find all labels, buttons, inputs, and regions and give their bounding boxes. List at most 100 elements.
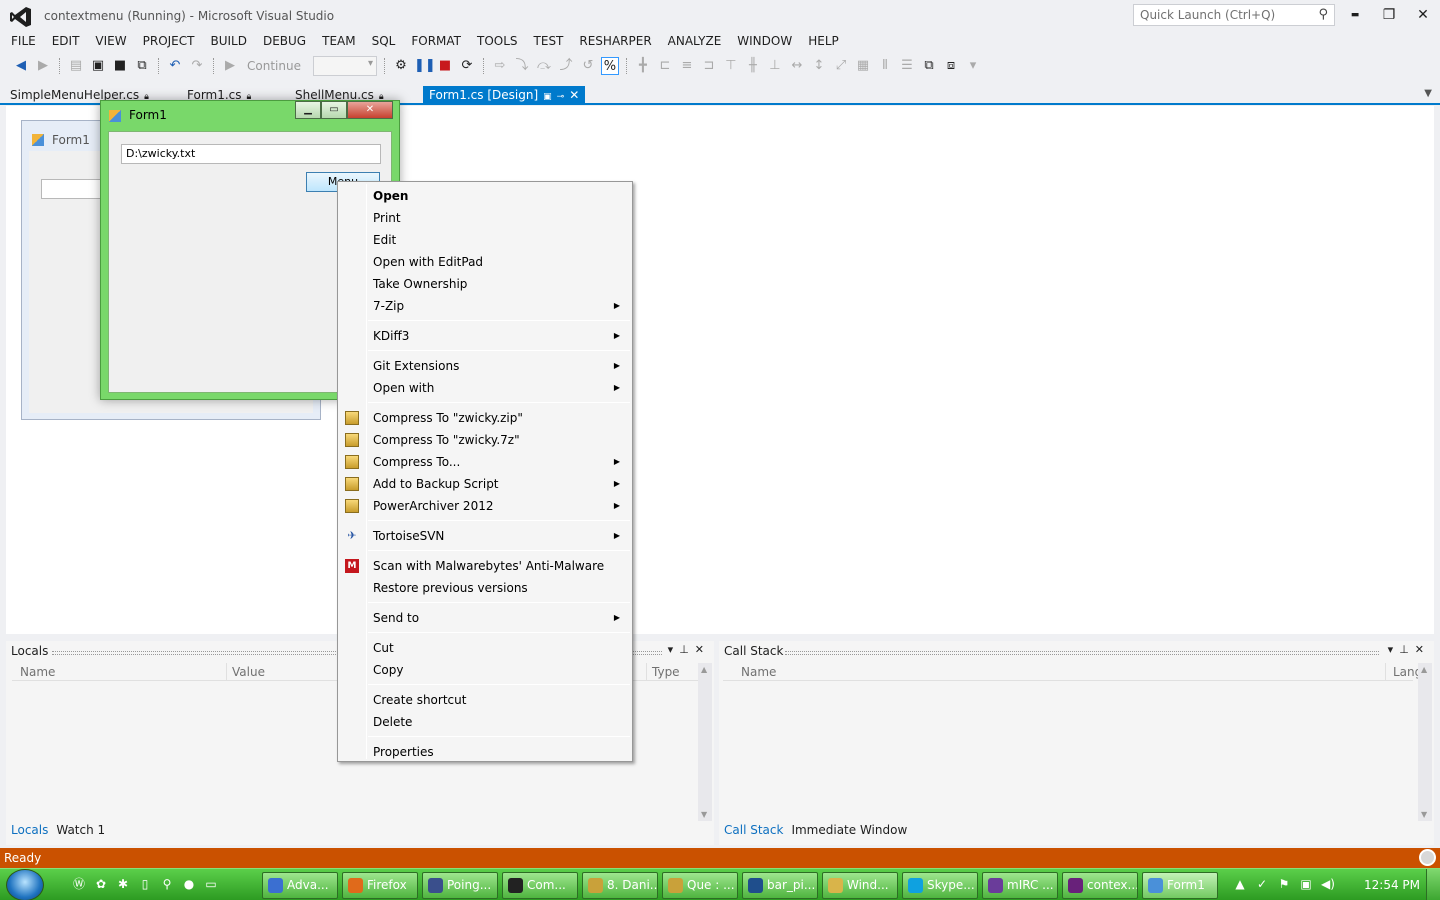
taskbar-button[interactable]: bar_pi... bbox=[742, 872, 818, 899]
scroll-up-icon[interactable]: ▲ bbox=[701, 665, 707, 674]
context-menu-item[interactable]: ✈ TortoiseSVN ▶ bbox=[340, 525, 630, 547]
tab-locals[interactable]: Locals bbox=[11, 823, 48, 837]
continue-icon[interactable]: ▶ bbox=[221, 57, 239, 75]
column-divider[interactable] bbox=[646, 663, 647, 681]
context-menu-item[interactable]: Open with ▶ bbox=[340, 377, 630, 399]
column-divider[interactable] bbox=[226, 663, 227, 681]
search-icon[interactable]: ⚲ bbox=[158, 875, 176, 893]
column-name[interactable]: Name bbox=[741, 665, 776, 679]
open-file-icon[interactable]: ▣ bbox=[89, 57, 107, 75]
step-out-icon[interactable]: ⤴ bbox=[557, 57, 575, 75]
taskbar-button[interactable]: contex... bbox=[1062, 872, 1138, 899]
menu-build[interactable]: BUILD bbox=[202, 32, 254, 52]
context-menu-item[interactable]: Restore previous versions bbox=[340, 577, 630, 599]
context-menu-item[interactable]: 7-Zip ▶ bbox=[340, 295, 630, 317]
make-same-width-icon[interactable]: ↔ bbox=[788, 57, 806, 75]
show-next-statement-icon[interactable]: ⇨ bbox=[491, 57, 509, 75]
menu-debug[interactable]: DEBUG bbox=[255, 32, 314, 52]
tab-dropdown-icon[interactable]: ▼ bbox=[1424, 88, 1432, 99]
pin-icon[interactable]: ⊥ bbox=[679, 643, 695, 656]
wordpress-icon[interactable]: Ⓦ bbox=[70, 875, 88, 893]
menu-window[interactable]: WINDOW bbox=[729, 32, 800, 52]
menu-edit[interactable]: EDIT bbox=[44, 32, 88, 52]
menu-team[interactable]: TEAM bbox=[314, 32, 363, 52]
start-button[interactable] bbox=[6, 869, 44, 900]
context-menu-item[interactable]: Compress To... ▶ bbox=[340, 451, 630, 473]
folder-quick-icon[interactable]: ▭ bbox=[202, 875, 220, 893]
column-name[interactable]: Name bbox=[20, 665, 55, 679]
save-icon[interactable]: ■ bbox=[111, 57, 129, 75]
new-project-icon[interactable]: ▤ bbox=[67, 57, 85, 75]
taskbar-button[interactable]: Skype... bbox=[902, 872, 978, 899]
context-menu-item[interactable]: Edit bbox=[340, 229, 630, 251]
redo-icon[interactable]: ↷ bbox=[188, 57, 206, 75]
close-icon[interactable]: ✕ bbox=[695, 643, 710, 656]
toolbar-overflow-icon[interactable]: ▾ bbox=[964, 57, 982, 75]
scroll-down-icon[interactable]: ▼ bbox=[1421, 810, 1427, 819]
scroll-down-icon[interactable]: ▼ bbox=[701, 810, 707, 819]
menu-project[interactable]: PROJECT bbox=[135, 32, 203, 52]
volume-icon[interactable]: ◀) bbox=[1320, 875, 1336, 893]
tab-watch1[interactable]: Watch 1 bbox=[56, 823, 105, 837]
form-minimize-button[interactable]: ▁ bbox=[295, 101, 321, 119]
flag-icon[interactable]: ⚑ bbox=[1276, 875, 1292, 893]
align-bottoms-icon[interactable]: ⊥ bbox=[766, 57, 784, 75]
bug-icon[interactable]: ✱ bbox=[114, 875, 132, 893]
close-button[interactable]: ✕ bbox=[1406, 2, 1440, 28]
column-type[interactable]: Type bbox=[652, 665, 680, 679]
dropdown-icon[interactable]: ▾ bbox=[1388, 643, 1400, 656]
align-middles-icon[interactable]: ╫ bbox=[744, 57, 762, 75]
clock[interactable]: 12:54 PM bbox=[1364, 878, 1420, 892]
horizontal-spacing-icon[interactable]: ⫴ bbox=[876, 57, 894, 75]
path-textbox[interactable]: D:\zwicky.txt bbox=[121, 144, 381, 164]
step-back-icon[interactable]: ↺ bbox=[579, 57, 597, 75]
stop-debugging-icon[interactable]: ■ bbox=[436, 57, 454, 75]
tab-call-stack[interactable]: Call Stack bbox=[724, 823, 783, 837]
bring-to-front-icon[interactable]: ⧉ bbox=[920, 57, 938, 75]
context-menu-item[interactable]: Add to Backup Script ▶ bbox=[340, 473, 630, 495]
make-same-height-icon[interactable]: ↕ bbox=[810, 57, 828, 75]
undo-icon[interactable]: ↶ bbox=[166, 57, 184, 75]
context-menu-item[interactable]: Take Ownership bbox=[340, 273, 630, 295]
form-maximize-button[interactable]: ▭ bbox=[321, 101, 347, 119]
tab-form1-design[interactable]: Form1.cs [Design] ▣ ⊸ ✕ bbox=[423, 86, 586, 104]
context-menu-item[interactable]: Open with EditPad bbox=[340, 251, 630, 273]
column-value[interactable]: Value bbox=[232, 665, 265, 679]
gear-app-icon[interactable]: ✿ bbox=[92, 875, 110, 893]
navigate-back-icon[interactable]: ◀ bbox=[12, 57, 30, 75]
solution-config-dropdown[interactable] bbox=[312, 56, 377, 76]
locals-scrollbar[interactable]: ▲ ▼ bbox=[698, 663, 712, 821]
network-icon[interactable]: ▣ bbox=[1298, 875, 1314, 893]
context-menu-item[interactable]: Git Extensions ▶ bbox=[340, 355, 630, 377]
menu-test[interactable]: TEST bbox=[526, 32, 572, 52]
context-menu-item[interactable]: Create shortcut bbox=[340, 689, 630, 711]
menu-help[interactable]: HELP bbox=[800, 32, 847, 52]
align-to-grid-icon[interactable]: ╋ bbox=[634, 57, 652, 75]
attach-process-icon[interactable]: ⚙ bbox=[392, 57, 410, 75]
taskbar-button[interactable]: Poing... bbox=[422, 872, 498, 899]
taskbar-button[interactable]: Com... bbox=[502, 872, 578, 899]
callstack-scrollbar[interactable]: ▲ ▼ bbox=[1418, 663, 1432, 821]
context-menu-item[interactable]: Delete bbox=[340, 711, 630, 733]
taskbar-button[interactable]: Adva... bbox=[262, 872, 338, 899]
menu-view[interactable]: VIEW bbox=[87, 32, 134, 52]
taskbar-button[interactable]: mIRC ... bbox=[982, 872, 1058, 899]
context-menu-item[interactable]: Compress To "zwicky.7z" bbox=[340, 429, 630, 451]
restart-icon[interactable]: ⟳ bbox=[458, 57, 476, 75]
scroll-up-icon[interactable]: ▲ bbox=[1421, 665, 1427, 674]
resize-grip-icon[interactable] bbox=[1419, 849, 1436, 866]
menu-format[interactable]: FORMAT bbox=[403, 32, 469, 52]
form-close-button[interactable]: ✕ bbox=[347, 101, 393, 119]
align-tops-icon[interactable]: ⊤ bbox=[722, 57, 740, 75]
taskbar-button[interactable]: Firefox bbox=[342, 872, 418, 899]
show-desktop-button[interactable] bbox=[1426, 869, 1440, 900]
vertical-spacing-icon[interactable]: ☰ bbox=[898, 57, 916, 75]
context-menu-item[interactable]: Compress To "zwicky.zip" bbox=[340, 407, 630, 429]
close-tab-icon[interactable]: ✕ bbox=[569, 88, 579, 102]
context-menu-item[interactable]: KDiff3 ▶ bbox=[340, 325, 630, 347]
context-menu-item[interactable]: Open bbox=[340, 185, 630, 207]
taskbar-button[interactable]: Wind... bbox=[822, 872, 898, 899]
security-icon[interactable]: ✓ bbox=[1254, 875, 1270, 893]
document-icon[interactable]: ▯ bbox=[136, 875, 154, 893]
context-menu-item[interactable]: Properties bbox=[340, 741, 630, 763]
